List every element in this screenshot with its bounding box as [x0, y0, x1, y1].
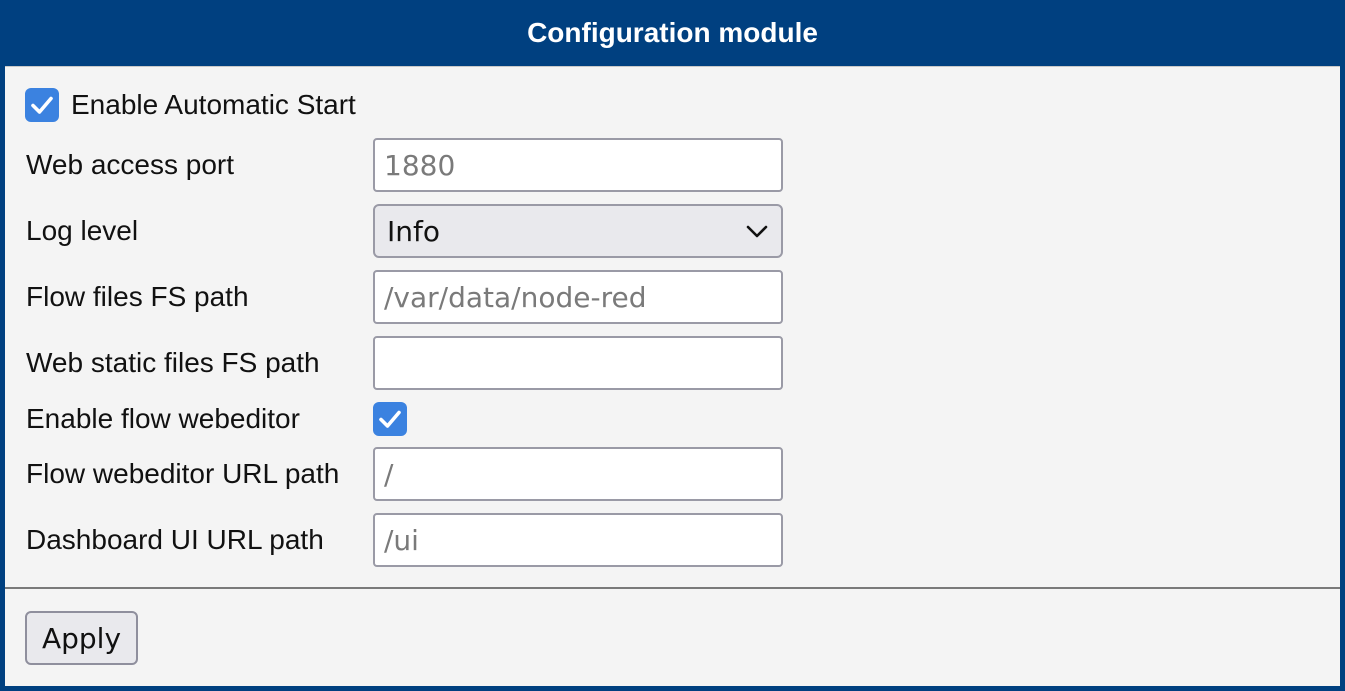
editor-url-input[interactable]	[373, 447, 783, 501]
log-level-select[interactable]: Info	[373, 204, 783, 258]
log-level-value: Info	[387, 214, 440, 248]
log-level-label: Log level	[26, 215, 139, 246]
flow-editor-label: Enable flow webeditor	[26, 403, 300, 434]
static-path-label: Web static files FS path	[26, 347, 320, 378]
footer-panel	[5, 589, 1340, 686]
chevron-down-icon	[746, 225, 768, 238]
editor-url-label: Flow webeditor URL path	[26, 458, 340, 489]
dashboard-url-input[interactable]	[373, 513, 783, 567]
checkmark-icon	[31, 96, 53, 114]
checkmark-icon	[379, 410, 401, 428]
config-window: Configuration module Enable Automatic St…	[0, 0, 1345, 691]
flow-editor-checkbox[interactable]	[373, 402, 407, 436]
flow-path-input[interactable]	[373, 270, 783, 324]
apply-button[interactable]: Apply	[25, 611, 138, 665]
dashboard-url-label: Dashboard UI URL path	[26, 524, 324, 555]
flow-path-label: Flow files FS path	[26, 281, 249, 312]
web-port-input[interactable]	[373, 138, 783, 192]
window-title: Configuration module	[527, 17, 818, 48]
auto-start-checkbox[interactable]	[25, 88, 59, 122]
auto-start-label: Enable Automatic Start	[71, 89, 356, 120]
static-path-input[interactable]	[373, 336, 783, 390]
web-port-label: Web access port	[26, 149, 235, 180]
